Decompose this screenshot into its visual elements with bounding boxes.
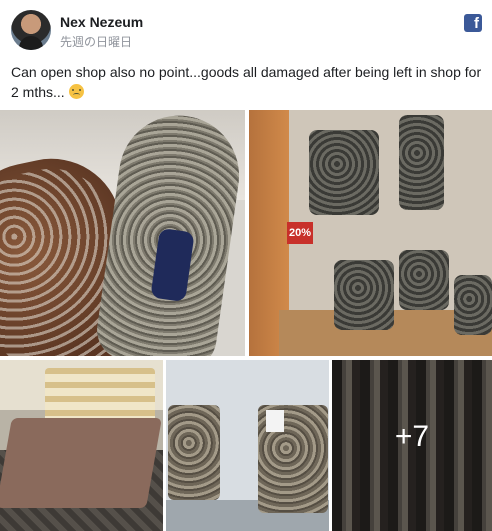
facebook-post: Nex Nezeum 先週の日曜日 f Can open shop also n…: [0, 0, 492, 531]
post-header: Nex Nezeum 先週の日曜日 f: [0, 0, 492, 58]
bag: [399, 250, 449, 310]
bag: [454, 275, 492, 335]
author-name[interactable]: Nex Nezeum: [60, 14, 143, 30]
facebook-icon[interactable]: f: [464, 14, 482, 32]
photo-moldy-wallets[interactable]: [166, 360, 329, 531]
product-label: [266, 410, 284, 432]
wallet: [168, 405, 220, 500]
post-caption: Can open shop also no point...goods all …: [11, 62, 487, 102]
photo-moldy-belts[interactable]: +7: [332, 360, 492, 531]
price-tag: 20%: [287, 222, 313, 244]
photo-moldy-bench[interactable]: [0, 360, 163, 531]
post-timestamp[interactable]: 先週の日曜日: [60, 33, 132, 50]
bag: [309, 130, 379, 215]
bag: [334, 260, 394, 330]
more-photos-count[interactable]: +7: [332, 420, 492, 454]
avatar[interactable]: [11, 10, 51, 50]
moldy-bench: [0, 418, 162, 508]
photo-moldy-shoes[interactable]: [0, 110, 245, 356]
bag: [399, 115, 444, 210]
worried-face-emoji: [68, 84, 84, 99]
photo-moldy-bags[interactable]: 20%: [249, 110, 492, 356]
